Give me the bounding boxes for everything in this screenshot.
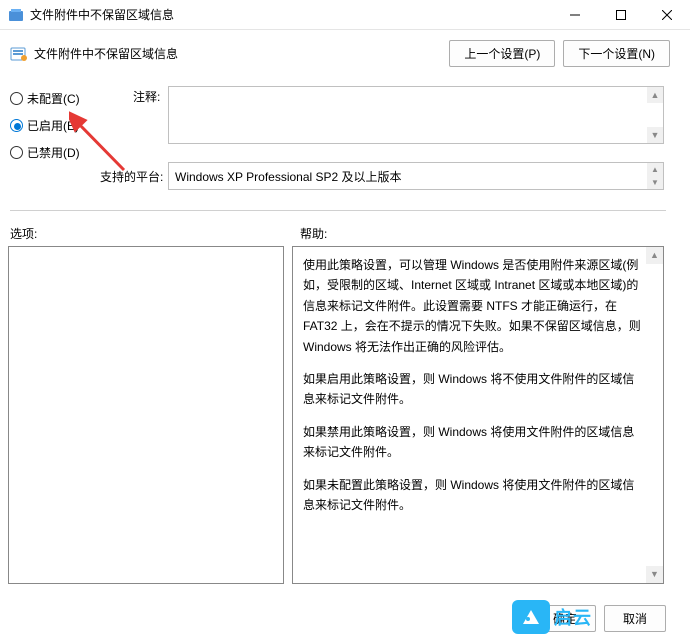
radio-label: 已启用(E) <box>27 117 79 134</box>
radio-label: 已禁用(D) <box>27 144 80 161</box>
comment-textarea[interactable]: ▲ ▼ <box>168 86 664 144</box>
ok-button[interactable]: 确定 <box>534 605 596 632</box>
cancel-button[interactable]: 取消 <box>604 605 666 632</box>
prev-setting-button[interactable]: 上一个设置(P) <box>449 40 555 67</box>
scroll-up-icon[interactable]: ▲ <box>647 87 663 103</box>
options-label: 选项: <box>10 225 37 242</box>
app-icon <box>8 7 24 23</box>
scroll-down-icon[interactable]: ▼ <box>647 127 663 143</box>
radio-label: 未配置(C) <box>27 90 80 107</box>
close-button[interactable] <box>644 0 690 29</box>
options-panel <box>8 246 284 584</box>
help-paragraph: 如果未配置此策略设置，则 Windows 将使用文件附件的区域信息来标记文件附件… <box>303 475 641 516</box>
header-title: 文件附件中不保留区域信息 <box>34 45 449 62</box>
platform-textarea[interactable]: Windows XP Professional SP2 及以上版本 ▲ ▼ <box>168 162 664 190</box>
next-setting-button[interactable]: 下一个设置(N) <box>563 40 670 67</box>
titlebar: 文件附件中不保留区域信息 <box>0 0 690 30</box>
policy-icon <box>10 45 28 63</box>
radio-not-configured[interactable]: 未配置(C) <box>10 90 80 107</box>
comment-label: 注释: <box>133 88 160 105</box>
scroll-up-icon[interactable]: ▲ <box>646 247 663 264</box>
divider <box>10 210 666 211</box>
maximize-button[interactable] <box>598 0 644 29</box>
help-paragraph: 如果启用此策略设置，则 Windows 将不使用文件附件的区域信息来标记文件附件… <box>303 369 641 410</box>
radio-icon <box>10 92 23 105</box>
help-paragraph: 使用此策略设置，可以管理 Windows 是否使用附件来源区域(例如，受限制的区… <box>303 255 641 357</box>
scroll-down-icon[interactable]: ▼ <box>647 176 663 189</box>
platform-text: Windows XP Professional SP2 及以上版本 <box>175 170 402 184</box>
radio-icon <box>10 146 23 159</box>
help-panel: 使用此策略设置，可以管理 Windows 是否使用附件来源区域(例如，受限制的区… <box>292 246 664 584</box>
radio-disabled[interactable]: 已禁用(D) <box>10 144 80 161</box>
window-controls <box>552 0 690 29</box>
state-radio-group: 未配置(C) 已启用(E) 已禁用(D) <box>10 90 80 161</box>
help-label: 帮助: <box>300 225 327 242</box>
radio-enabled[interactable]: 已启用(E) <box>10 117 80 134</box>
header-row: 文件附件中不保留区域信息 上一个设置(P) 下一个设置(N) <box>0 30 690 73</box>
platform-label: 支持的平台: <box>100 168 163 185</box>
minimize-button[interactable] <box>552 0 598 29</box>
scroll-up-icon[interactable]: ▲ <box>647 163 663 176</box>
nav-buttons: 上一个设置(P) 下一个设置(N) <box>449 40 680 67</box>
help-paragraph: 如果禁用此策略设置，则 Windows 将使用文件附件的区域信息来标记文件附件。 <box>303 422 641 463</box>
radio-icon <box>10 119 23 132</box>
window-title: 文件附件中不保留区域信息 <box>30 6 552 23</box>
scroll-down-icon[interactable]: ▼ <box>646 566 663 583</box>
dialog-buttons: 确定 取消 <box>534 605 666 632</box>
